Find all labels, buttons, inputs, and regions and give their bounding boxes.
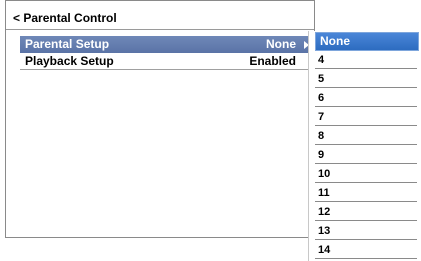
dropdown-option[interactable]: 6 xyxy=(315,90,417,107)
dropdown-option[interactable]: None xyxy=(315,32,419,51)
title-divider xyxy=(6,29,314,30)
menu-item-value: Enabled xyxy=(249,54,296,68)
dropdown-option[interactable]: 4 xyxy=(315,52,417,69)
menu-item-playback-setup[interactable]: Playback Setup Enabled xyxy=(20,53,312,70)
dropdown-option[interactable]: 7 xyxy=(315,109,417,126)
menu-item-value: None xyxy=(266,37,296,51)
dropdown-option[interactable]: 9 xyxy=(315,147,417,164)
page-title[interactable]: < Parental Control xyxy=(13,11,117,25)
menu-item-label: Playback Setup xyxy=(25,54,114,68)
dropdown-option[interactable]: 12 xyxy=(315,204,417,221)
menu-item-parental-setup[interactable]: Parental Setup None xyxy=(20,36,312,53)
dropdown-option[interactable]: 8 xyxy=(315,128,417,145)
rating-dropdown-list: None 4 5 6 7 8 9 10 11 12 13 14 xyxy=(308,31,421,261)
dropdown-option[interactable]: 11 xyxy=(315,185,417,202)
dropdown-option[interactable]: 5 xyxy=(315,71,417,88)
menu-item-label: Parental Setup xyxy=(25,37,110,51)
dropdown-option[interactable]: 13 xyxy=(315,223,417,240)
parental-control-panel: < Parental Control Parental Setup None P… xyxy=(5,0,315,238)
dropdown-option[interactable]: 10 xyxy=(315,166,417,183)
dropdown-option[interactable]: 14 xyxy=(315,242,417,259)
